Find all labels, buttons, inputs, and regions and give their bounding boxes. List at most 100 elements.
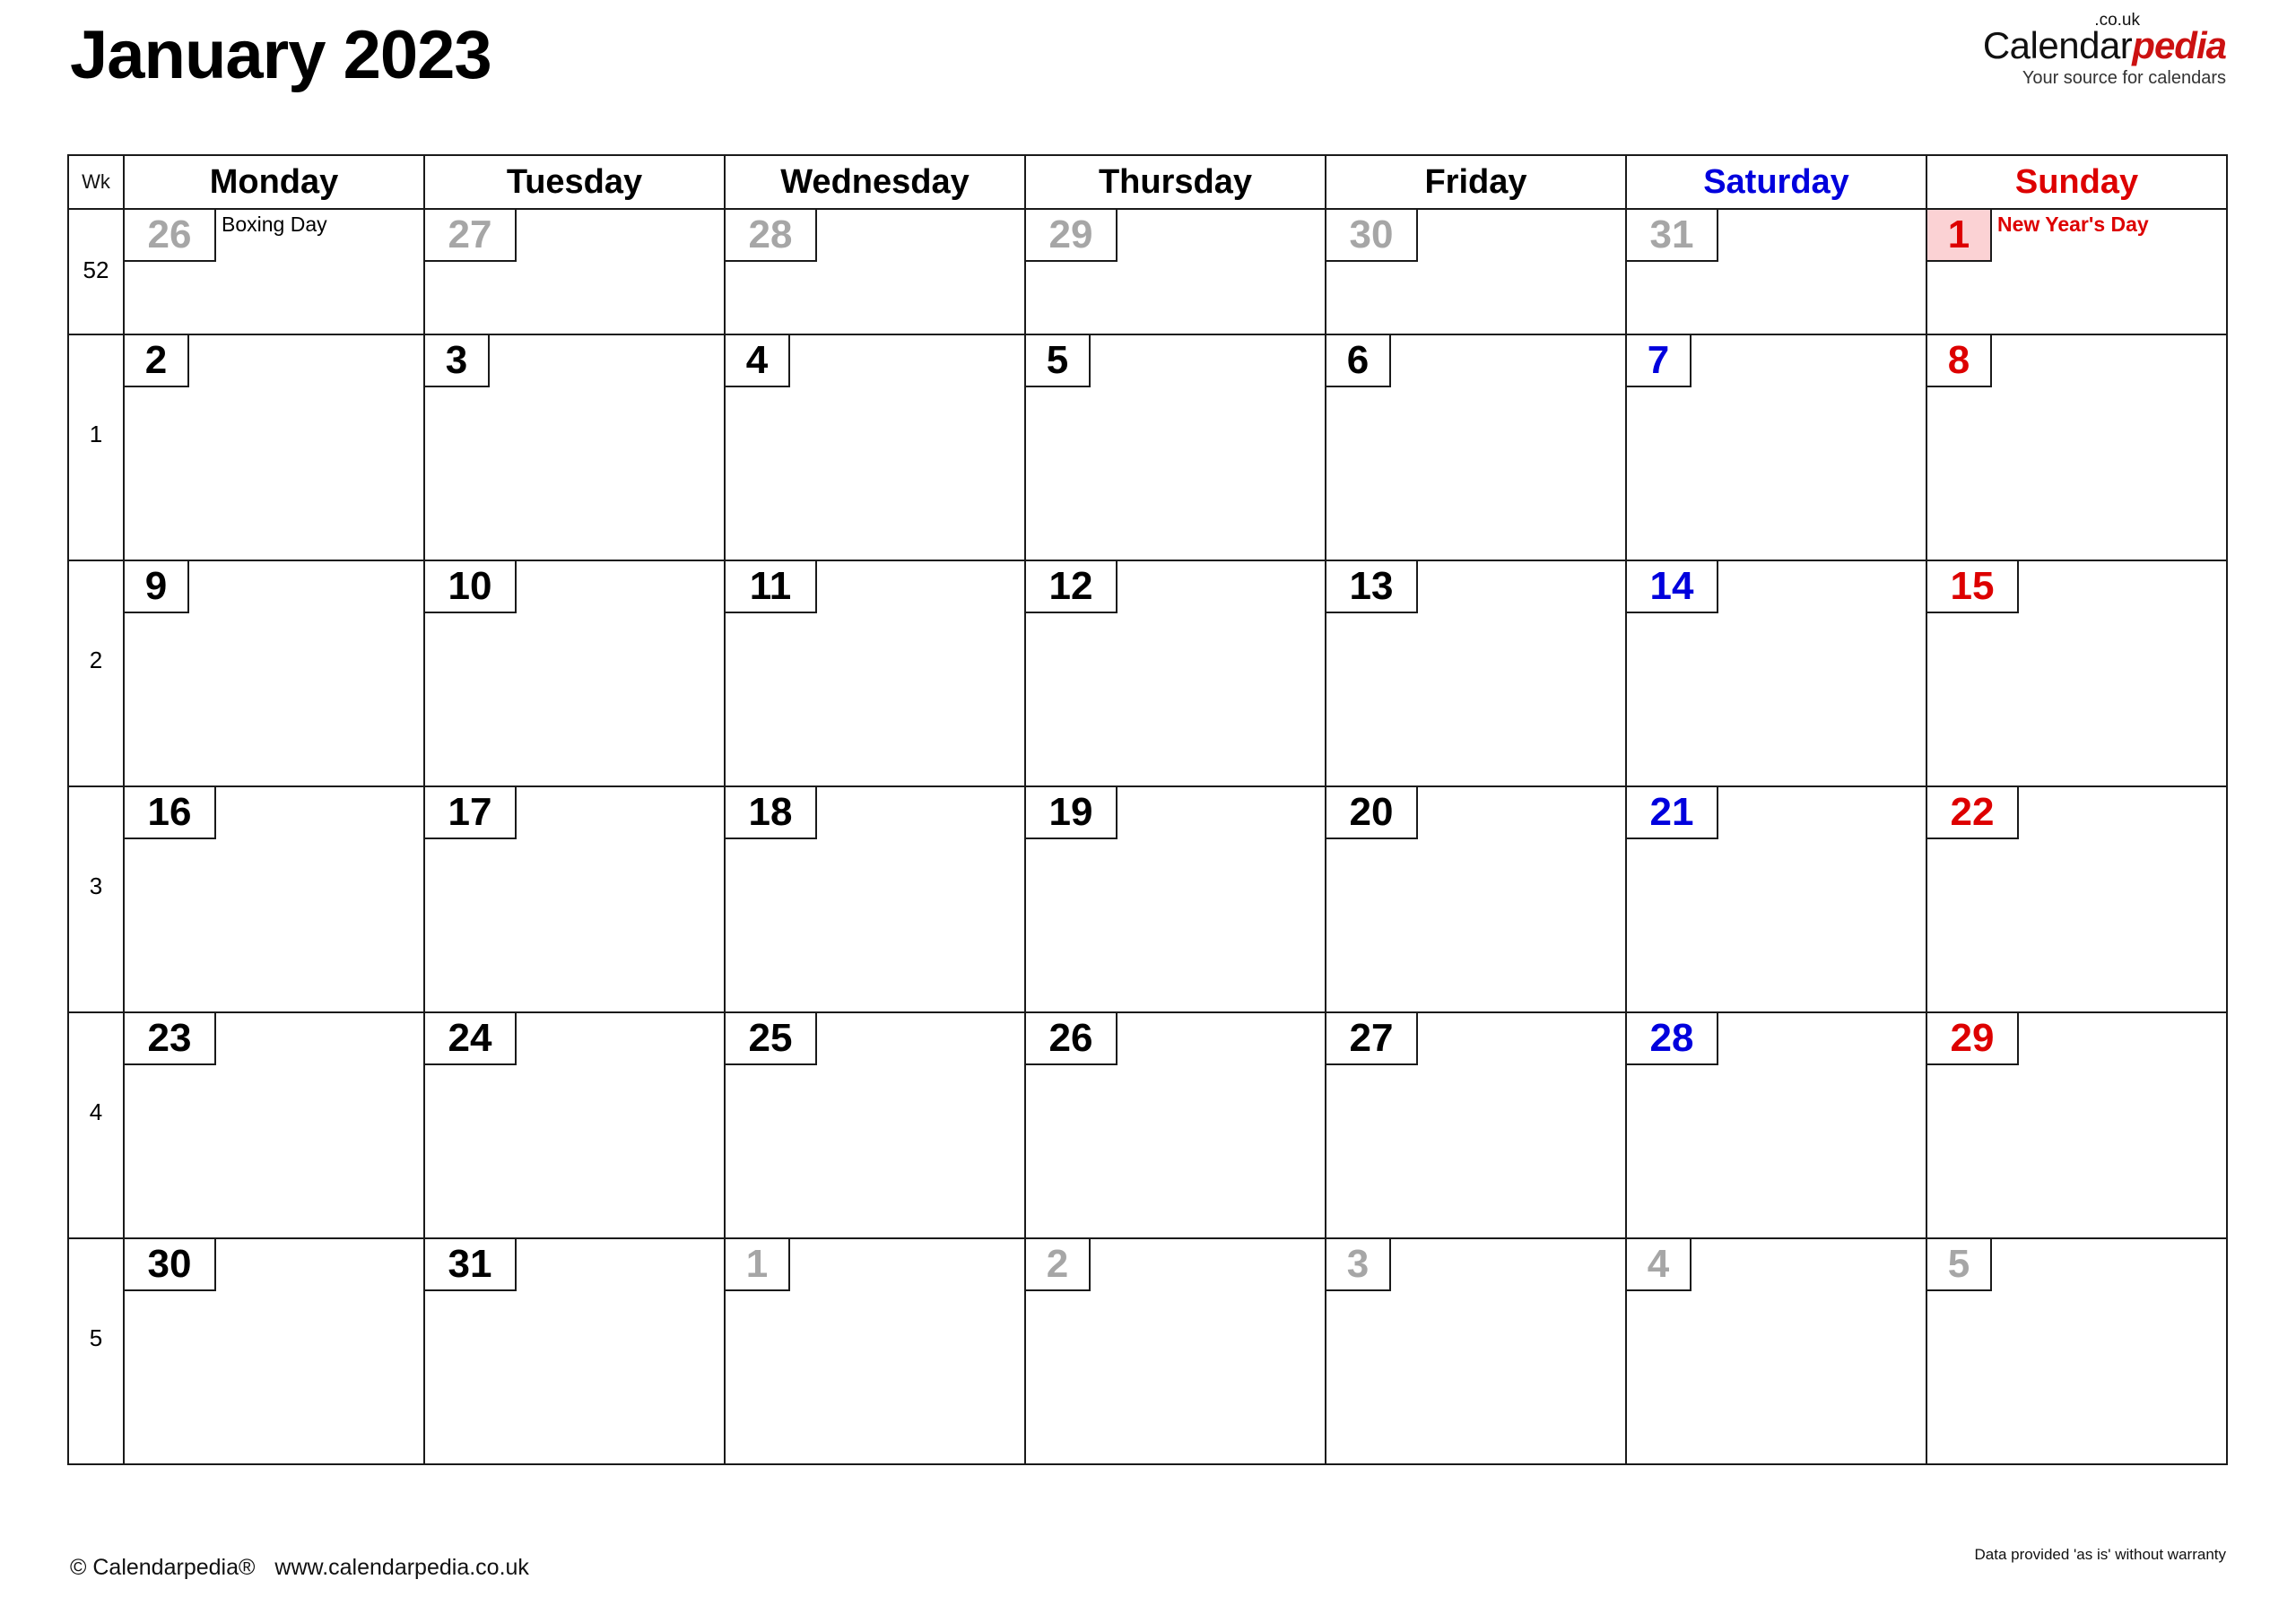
calendar-week-row: 3 16 17 18 19 20 21 22 [67,785,2228,1013]
calendar-day-cell[interactable]: 14 [1625,560,1927,787]
date-number: 13 [1325,560,1418,613]
calendar-day-cell[interactable]: 29 [1024,208,1326,335]
calendar-day-cell[interactable]: 18 [724,785,1026,1013]
calendar-day-cell[interactable]: 7 [1625,334,1927,561]
date-number: 28 [724,208,817,262]
calendar-day-cell[interactable]: 22 [1926,785,2228,1013]
calendar-day-cell[interactable]: 8 [1926,334,2228,561]
date-number: 25 [724,1011,817,1065]
week-number-label: 5 [89,1324,103,1351]
page-title: January 2023 [70,17,492,93]
calendar-week-row: 1 2 3 4 5 6 7 8 [67,334,2228,561]
calendar-day-cell[interactable]: 28 [724,208,1026,335]
calendar-day-cell[interactable]: 16 [123,785,425,1013]
calendar-day-cell[interactable]: 2 [123,334,425,561]
day-header-sunday: Sunday [1926,154,2228,210]
calendar-day-cell[interactable]: 31 [1625,208,1927,335]
calendar-day-cell[interactable]: 3 [423,334,726,561]
logo-text-pedia: pedia [2132,24,2227,66]
day-header-tuesday: Tuesday [423,154,726,210]
calendar-week-row: 4 23 24 25 26 27 28 29 [67,1011,2228,1239]
footer-copyright: © Calendarpedia® [70,1555,256,1580]
date-number: 29 [1024,208,1118,262]
calendar-day-cell[interactable]: 5 [1926,1237,2228,1465]
calendar-day-cell[interactable]: 5 [1024,334,1326,561]
calendar-day-cell[interactable]: 21 [1625,785,1927,1013]
day-header-thursday: Thursday [1024,154,1326,210]
calendar-day-cell[interactable]: 24 [423,1011,726,1239]
calendar-day-cell[interactable]: 15 [1926,560,2228,787]
calendar-body: 52 26 Boxing Day 27 28 29 30 31 1 New Year's Day 1… [67,208,2228,1465]
calendar-day-cell[interactable]: 26 [1024,1011,1326,1239]
calendar-day-cell[interactable]: 30 [1325,208,1627,335]
calendar-day-cell[interactable]: 13 [1325,560,1627,787]
calendar-day-cell[interactable]: 4 [724,334,1026,561]
week-number-cell: 4 [67,1011,125,1239]
date-number: 4 [1625,1237,1692,1291]
date-number: 8 [1926,334,1992,387]
week-column-header: Wk [67,154,125,210]
logo-text-tld: .co.uk [2094,11,2140,30]
day-event-label: New Year's Day [1997,213,2149,236]
calendar-week-row: 2 9 10 11 12 13 14 15 [67,560,2228,787]
calendar-day-cell[interactable]: 1 [724,1237,1026,1465]
calendar-day-cell[interactable]: 2 [1024,1237,1326,1465]
calendar-day-cell[interactable]: 17 [423,785,726,1013]
calendar-day-cell[interactable]: 20 [1325,785,1627,1013]
date-number: 11 [724,560,817,613]
date-number: 24 [423,1011,517,1065]
date-number: 18 [724,785,817,839]
day-header-monday: Monday [123,154,425,210]
date-number: 2 [123,334,189,387]
date-number: 26 [1024,1011,1118,1065]
date-number: 26 [123,208,216,262]
date-number: 5 [1024,334,1091,387]
date-number: 22 [1926,785,2019,839]
date-number: 4 [724,334,790,387]
date-number: 1 [1926,208,1992,262]
calendar-day-cell[interactable]: 3 [1325,1237,1627,1465]
logo-text-calendar: Calendar [1982,24,2133,66]
calendar-day-cell[interactable]: 23 [123,1011,425,1239]
calendar-day-cell[interactable]: 9 [123,560,425,787]
date-number: 20 [1325,785,1418,839]
calendar-day-cell[interactable]: 4 [1625,1237,1927,1465]
date-number: 10 [423,560,517,613]
date-number: 2 [1024,1237,1091,1291]
week-number-cell: 52 [67,208,125,335]
date-number: 16 [123,785,216,839]
calendar-day-cell[interactable]: 30 [123,1237,425,1465]
calendar-day-cell[interactable]: 29 [1926,1011,2228,1239]
week-number-label: 4 [89,1098,103,1125]
calendar-header-row: Wk Monday Tuesday Wednesday Thursday Fri… [67,154,2228,210]
calendar-day-cell[interactable]: 6 [1325,334,1627,561]
calendar-day-cell[interactable]: 26 Boxing Day [123,208,425,335]
calendar-day-cell[interactable]: 11 [724,560,1026,787]
calendar-week-row: 52 26 Boxing Day 27 28 29 30 31 1 New Year's Day [67,208,2228,335]
calendar-day-cell[interactable]: 1 New Year's Day [1926,208,2228,335]
date-number: 29 [1926,1011,2019,1065]
calendar-grid: Wk Monday Tuesday Wednesday Thursday Fri… [67,154,2228,1465]
calendar-day-cell[interactable]: 27 [423,208,726,335]
logo-tagline: Your source for calendars [2022,68,2226,88]
date-number: 1 [724,1237,790,1291]
calendar-week-row: 5 30 31 1 2 3 4 5 [67,1237,2228,1465]
date-number: 17 [423,785,517,839]
date-number: 30 [1325,208,1418,262]
date-number: 15 [1926,560,2019,613]
calendar-day-cell[interactable]: 10 [423,560,726,787]
calendar-day-cell[interactable]: 19 [1024,785,1326,1013]
date-number: 30 [123,1237,216,1291]
calendar-day-cell[interactable]: 31 [423,1237,726,1465]
calendar-day-cell[interactable]: 12 [1024,560,1326,787]
week-number-cell: 1 [67,334,125,561]
day-header-friday: Friday [1325,154,1627,210]
calendar-day-cell[interactable]: 25 [724,1011,1026,1239]
calendar-day-cell[interactable]: 28 [1625,1011,1927,1239]
calendar-day-cell[interactable]: 27 [1325,1011,1627,1239]
day-header-wednesday: Wednesday [724,154,1026,210]
date-number: 19 [1024,785,1118,839]
page-header: January 2023 Calendarpedia .co.uk Your so… [0,0,2296,143]
date-number: 9 [123,560,189,613]
footer-website[interactable]: www.calendarpedia.co.uk [274,1555,529,1580]
